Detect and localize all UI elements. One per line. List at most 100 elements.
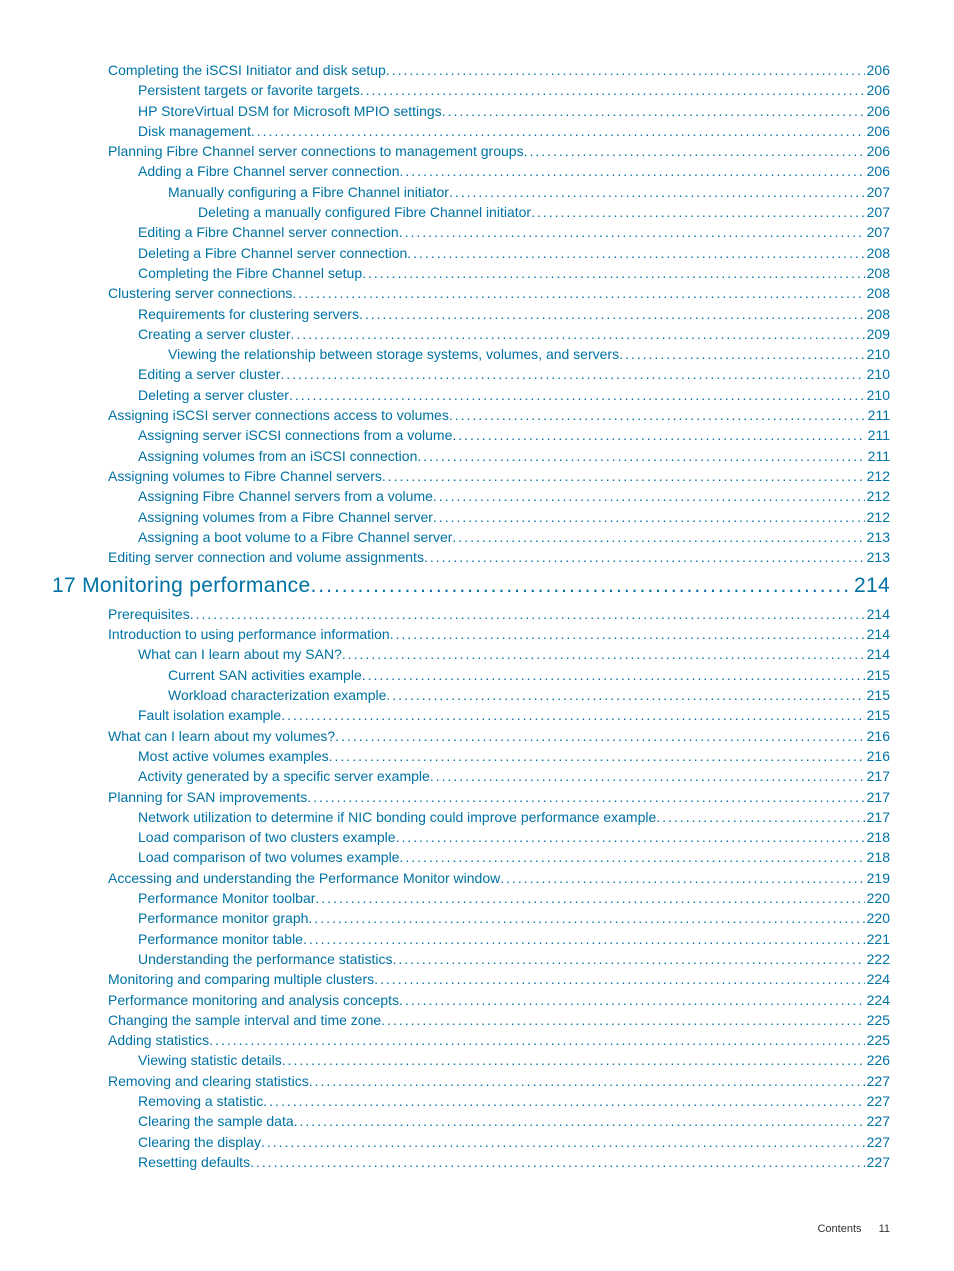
toc-leader-dots [250, 1152, 865, 1172]
toc-entry[interactable]: Changing the sample interval and time zo… [108, 1010, 890, 1030]
toc-entry-title: Prerequisites [108, 604, 190, 624]
toc-entry[interactable]: Removing and clearing statistics227 [108, 1071, 890, 1091]
toc-entry[interactable]: Prerequisites 214 [108, 604, 890, 624]
toc-entry-title: Most active volumes examples [138, 746, 329, 766]
toc-entry[interactable]: Assigning volumes from a Fibre Channel s… [108, 507, 890, 527]
toc-entry-page: 218 [865, 827, 890, 847]
toc-leader-dots [407, 243, 864, 263]
toc-entry-title: Monitoring and comparing multiple cluste… [108, 969, 374, 989]
toc-entry[interactable]: What can I learn about my SAN?214 [108, 644, 890, 664]
toc-entry[interactable]: Clustering server connections208 [108, 283, 890, 303]
toc-entry[interactable]: Editing a server cluster210 [108, 364, 890, 384]
toc-entry-title: 17 Monitoring performance [52, 571, 310, 601]
toc-entry[interactable]: Editing a Fibre Channel server connectio… [108, 222, 890, 242]
toc-entry-title: Assigning iSCSI server connections acces… [108, 405, 449, 425]
toc-leader-dots [417, 446, 865, 466]
toc-entry-title: Load comparison of two clusters example [138, 827, 396, 847]
toc-entry-page: 206 [865, 101, 890, 121]
toc-entry[interactable]: Manually configuring a Fibre Channel ini… [108, 182, 890, 202]
toc-entry[interactable]: Persistent targets or favorite targets20… [108, 80, 890, 100]
toc-entry[interactable]: Disk management206 [108, 121, 890, 141]
toc-leader-dots [399, 222, 865, 242]
toc-entry[interactable]: Fault isolation example215 [108, 705, 890, 725]
toc-entry[interactable]: Planning Fibre Channel server connection… [108, 141, 890, 161]
toc-entry[interactable]: HP StoreVirtual DSM for Microsoft MPIO s… [108, 101, 890, 121]
toc-entry[interactable]: Understanding the performance statistics… [108, 949, 890, 969]
toc-entry[interactable]: Viewing statistic details226 [108, 1050, 890, 1070]
toc-entry-title: Workload characterization example [168, 685, 386, 705]
toc-leader-dots [433, 486, 865, 506]
toc-entry-page: 227 [865, 1132, 890, 1152]
toc-entry[interactable]: Adding statistics225 [108, 1030, 890, 1050]
toc-entry[interactable]: Performance monitor graph220 [108, 908, 890, 928]
toc-entry[interactable]: Assigning a boot volume to a Fibre Chann… [108, 527, 890, 547]
toc-leader-dots [390, 624, 865, 644]
toc-entry-page: 207 [865, 202, 890, 222]
toc-entry[interactable]: Performance Monitor toolbar220 [108, 888, 890, 908]
toc-entry-title: Deleting a server cluster [138, 385, 289, 405]
toc-leader-dots [500, 868, 864, 888]
toc-leader-dots [362, 263, 865, 283]
toc-entry[interactable]: Load comparison of two volumes example21… [108, 847, 890, 867]
toc-entry-page: 219 [865, 868, 890, 888]
toc-entry[interactable]: Most active volumes examples216 [108, 746, 890, 766]
toc-entry[interactable]: Workload characterization example215 [108, 685, 890, 705]
toc-entry[interactable]: Performance monitoring and analysis conc… [108, 990, 890, 1010]
toc-entry[interactable]: What can I learn about my volumes?216 [108, 726, 890, 746]
toc-entry[interactable]: Network utilization to determine if NIC … [108, 807, 890, 827]
toc-entry[interactable]: Editing server connection and volume ass… [108, 547, 890, 567]
toc-entry-page: 218 [865, 847, 890, 867]
toc-leader-dots [386, 685, 864, 705]
toc-leader-dots [263, 1091, 864, 1111]
toc-entry[interactable]: Requirements for clustering servers208 [108, 304, 890, 324]
toc-entry-page: 209 [865, 324, 890, 344]
toc-entry[interactable]: Activity generated by a specific server … [108, 766, 890, 786]
toc-entry-title: Viewing statistic details [138, 1050, 282, 1070]
toc-entry[interactable]: Assigning volumes to Fibre Channel serve… [108, 466, 890, 486]
toc-entry[interactable]: 17 Monitoring performance 214 [52, 571, 890, 601]
toc-entry[interactable]: Creating a server cluster209 [108, 324, 890, 344]
toc-entry-page: 211 [866, 446, 890, 466]
toc-entry[interactable]: Completing the Fibre Channel setup208 [108, 263, 890, 283]
toc-entry[interactable]: Accessing and understanding the Performa… [108, 868, 890, 888]
toc-entry-page: 206 [865, 80, 890, 100]
toc-entry-page: 207 [865, 222, 890, 242]
toc-entry-title: Adding a Fibre Channel server connection [138, 161, 400, 181]
toc-leader-dots [281, 705, 864, 725]
toc-entry-title: Completing the Fibre Channel setup [138, 263, 362, 283]
toc-entry[interactable]: Assigning Fibre Channel servers from a v… [108, 486, 890, 506]
toc-entry[interactable]: Deleting a server cluster210 [108, 385, 890, 405]
toc-entry[interactable]: Assigning volumes from an iSCSI connecti… [108, 446, 890, 466]
toc-entry-title: Deleting a manually configured Fibre Cha… [198, 202, 531, 222]
toc-entry-page: 214 [865, 604, 890, 624]
toc-entry-title: Assigning Fibre Channel servers from a v… [138, 486, 433, 506]
toc-entry-title: Performance Monitor toolbar [138, 888, 315, 908]
toc-entry[interactable]: Monitoring and comparing multiple cluste… [108, 969, 890, 989]
toc-entry[interactable]: Deleting a Fibre Channel server connecti… [108, 243, 890, 263]
toc-entry[interactable]: Clearing the display227 [108, 1132, 890, 1152]
toc-entry-title: Assigning volumes to Fibre Channel serve… [108, 466, 382, 486]
toc-entry[interactable]: Deleting a manually configured Fibre Cha… [108, 202, 890, 222]
toc-entry[interactable]: Completing the iSCSI Initiator and disk … [108, 60, 890, 80]
toc-entry-page: 206 [865, 60, 890, 80]
toc-entry-title: Assigning a boot volume to a Fibre Chann… [138, 527, 452, 547]
toc-entry[interactable]: Adding a Fibre Channel server connection… [108, 161, 890, 181]
toc-entry[interactable]: Assigning iSCSI server connections acces… [108, 405, 890, 425]
toc-entry[interactable]: Performance monitor table221 [108, 929, 890, 949]
toc-leader-dots [294, 1111, 865, 1131]
toc-entry-page: 208 [865, 243, 890, 263]
toc-entry[interactable]: Viewing the relationship between storage… [108, 344, 890, 364]
toc-entry[interactable]: Planning for SAN improvements217 [108, 787, 890, 807]
toc-entry[interactable]: Assigning server iSCSI connections from … [108, 425, 890, 445]
toc-entry[interactable]: Load comparison of two clusters example 2… [108, 827, 890, 847]
toc-entry[interactable]: Removing a statistic227 [108, 1091, 890, 1111]
toc-entry-page: 227 [865, 1071, 890, 1091]
toc-entry[interactable]: Resetting defaults227 [108, 1152, 890, 1172]
toc-entry[interactable]: Current SAN activities example215 [108, 665, 890, 685]
toc-entry[interactable]: Clearing the sample data227 [108, 1111, 890, 1131]
toc-entry-page: 213 [865, 547, 890, 567]
toc-entry-title: Activity generated by a specific server … [138, 766, 430, 786]
toc-entry-page: 222 [865, 949, 890, 969]
toc-entry-title: Accessing and understanding the Performa… [108, 868, 500, 888]
toc-entry[interactable]: Introduction to using performance inform… [108, 624, 890, 644]
